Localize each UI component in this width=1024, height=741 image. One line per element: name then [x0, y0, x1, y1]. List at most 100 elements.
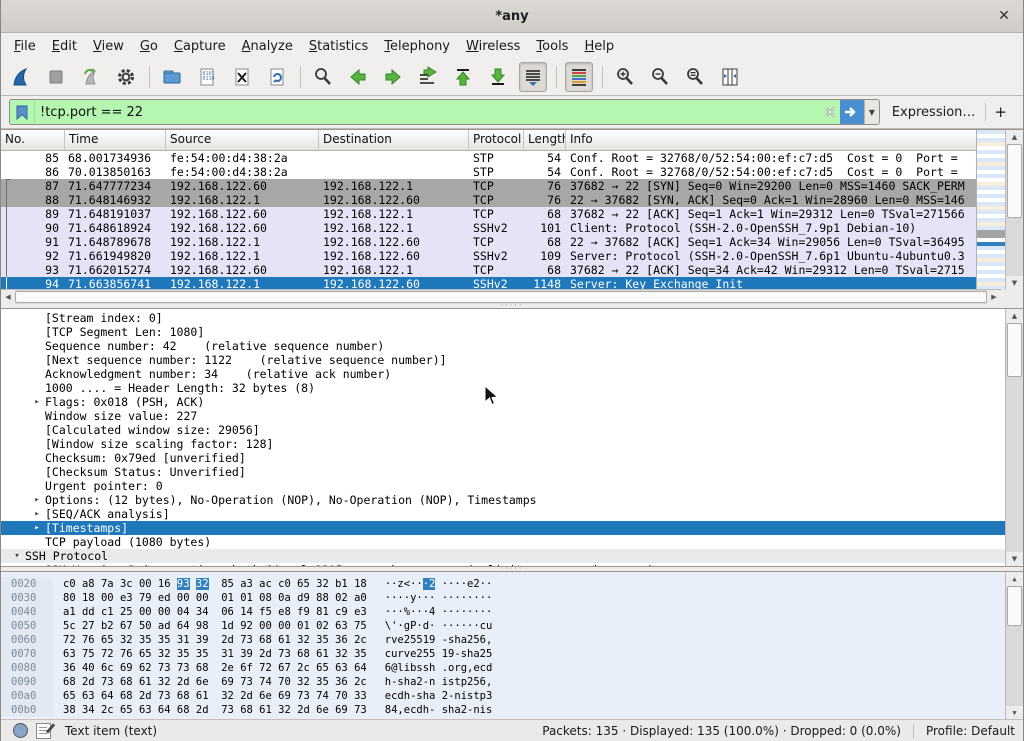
hex-row-0080[interactable]: 008036 40 6c 69 62 73 73 68 2e 6f 72 67 … — [1, 661, 1023, 675]
go-back-button[interactable] — [344, 62, 372, 92]
packet-row-88[interactable]: 8871.648146932192.168.122.1192.168.122.6… — [1, 193, 980, 207]
close-file-button[interactable] — [228, 62, 256, 92]
hex-bytes[interactable]: 65 63 64 68 2d 73 68 61 32 2d 6e 69 73 7… — [63, 689, 367, 703]
column-header-source[interactable]: Source — [166, 130, 319, 150]
menu-analyze[interactable]: Analyze — [235, 36, 300, 57]
detail-line[interactable]: Checksum: 0x79ed [unverified] — [1, 451, 1023, 465]
packet-list-vscrollbar[interactable]: ▲ ▼ — [1005, 130, 1023, 290]
auto-scroll-button[interactable] — [519, 62, 547, 92]
column-header-destination[interactable]: Destination — [319, 130, 469, 150]
hex-ascii[interactable]: ecdh-sha 2-nistp3 — [385, 689, 493, 703]
hex-ascii[interactable]: 6@libssh .org,ecd — [385, 661, 493, 675]
hex-bytes[interactable]: 5c 27 b2 67 50 ad 64 98 1d 92 00 00 01 0… — [63, 619, 367, 633]
detail-line[interactable]: [TCP Segment Len: 1080] — [1, 325, 1023, 339]
scroll-up-icon[interactable]: ▲ — [1006, 572, 1023, 586]
detail-line[interactable]: Acknowledgment number: 34 (relative ack … — [1, 367, 1023, 381]
filter-clear-icon[interactable] — [820, 100, 840, 124]
hex-ascii[interactable]: h-sha2-n istp256, — [385, 675, 493, 689]
save-file-button[interactable]: 01010110 — [193, 62, 221, 92]
hex-bytes[interactable]: c0 a8 7a 3c 00 16 93 32 85 a3 ac c0 65 3… — [63, 577, 367, 591]
column-header-protocol[interactable]: Protocol — [469, 130, 524, 150]
add-filter-button[interactable]: + — [985, 103, 1015, 121]
detail-line[interactable]: Urgent pointer: 0 — [1, 479, 1023, 493]
filter-value[interactable]: !tcp.port == 22 — [35, 100, 820, 124]
scroll-down-icon[interactable]: ▼ — [1006, 276, 1023, 290]
scrollbar-thumb[interactable] — [1007, 144, 1022, 218]
hex-bytes[interactable]: 36 40 6c 69 62 73 73 68 2e 6f 72 67 2c 6… — [63, 661, 367, 675]
scrollbar-track[interactable] — [1006, 218, 1023, 276]
capture-options-button[interactable] — [112, 62, 140, 92]
detail-line[interactable]: ▸[Timestamps] — [1, 521, 1023, 535]
collapsed-arrow-icon[interactable]: ▸ — [29, 563, 45, 567]
hex-bytes[interactable]: 38 34 2c 65 63 64 68 2d 73 68 61 32 2d 6… — [63, 703, 367, 717]
menu-go[interactable]: Go — [133, 36, 165, 57]
menu-view[interactable]: View — [86, 36, 131, 57]
filter-bookmark-icon[interactable] — [10, 100, 35, 124]
hex-ascii[interactable]: \'·gP·d· ······cu — [385, 619, 493, 633]
bytes-vscrollbar[interactable]: ▲ ▼ — [1005, 572, 1023, 720]
hex-bytes[interactable]: 72 76 65 32 35 35 31 39 2d 73 68 61 32 3… — [63, 633, 367, 647]
menu-capture[interactable]: Capture — [167, 36, 233, 57]
collapsed-arrow-icon[interactable]: ▸ — [29, 521, 45, 535]
scrollbar-thumb[interactable] — [15, 291, 987, 303]
hex-ascii[interactable]: ····y··· ········ — [385, 591, 493, 605]
collapsed-arrow-icon[interactable]: ▸ — [29, 395, 45, 409]
hex-ascii[interactable]: rve25519 -sha256, — [385, 633, 493, 647]
menu-help[interactable]: Help — [577, 36, 621, 57]
close-icon[interactable]: ✕ — [995, 7, 1013, 25]
packet-list-hscrollbar[interactable]: ◀ ▶ — [1, 289, 1001, 304]
capture-comment-icon[interactable] — [36, 723, 51, 739]
scroll-down-icon[interactable]: ▼ — [1006, 706, 1023, 720]
collapsed-arrow-icon[interactable]: ▸ — [29, 493, 45, 507]
packet-row-91[interactable]: 9171.648789678192.168.122.1192.168.122.6… — [1, 235, 980, 249]
menu-statistics[interactable]: Statistics — [302, 36, 375, 57]
hex-ascii[interactable]: ···%···4 ········ — [385, 605, 493, 619]
hex-row-0030[interactable]: 003080 18 00 e3 79 ed 00 00 01 01 08 0a … — [1, 591, 1023, 605]
scroll-down-icon[interactable]: ▼ — [1006, 552, 1023, 566]
hex-row-0040[interactable]: 0040a1 dd c1 25 00 00 04 34 06 14 f5 e8 … — [1, 605, 1023, 619]
zoom-out-button[interactable] — [646, 62, 674, 92]
expanded-arrow-icon[interactable]: ▾ — [9, 549, 25, 563]
zoom-reset-button[interactable] — [681, 62, 709, 92]
hex-bytes[interactable]: 68 2d 73 68 61 32 2d 6e 69 73 74 70 32 3… — [63, 675, 367, 689]
hex-row-0050[interactable]: 00505c 27 b2 67 50 ad 64 98 1d 92 00 00 … — [1, 619, 1023, 633]
restart-capture-button[interactable] — [77, 62, 105, 92]
detail-line[interactable]: Window size value: 227 — [1, 409, 1023, 423]
hex-row-0060[interactable]: 006072 76 65 32 35 35 31 39 2d 73 68 61 … — [1, 633, 1023, 647]
scrollbar-thumb[interactable] — [1007, 323, 1022, 377]
detail-line[interactable]: ▸[SEQ/ACK analysis] — [1, 507, 1023, 521]
hex-ascii[interactable]: curve255 19-sha25 — [385, 647, 493, 661]
scrollbar-track[interactable] — [1006, 377, 1023, 552]
column-header-time[interactable]: Time — [65, 130, 166, 150]
detail-line[interactable]: Sequence number: 42 (relative sequence n… — [1, 339, 1023, 353]
detail-line[interactable]: ▾SSH Protocol — [1, 549, 1023, 563]
reload-file-button[interactable] — [263, 62, 291, 92]
hex-row-0070[interactable]: 007063 75 72 76 65 32 35 35 31 39 2d 73 … — [1, 647, 1023, 661]
column-header-no[interactable]: No. — [1, 130, 65, 150]
detail-line[interactable]: ▸SSH Version 2 (encryption:chacha20-poly… — [1, 563, 1023, 567]
hex-bytes[interactable]: 80 18 00 e3 79 ed 00 00 01 01 08 0a d9 8… — [63, 591, 367, 605]
packet-row-90[interactable]: 9071.648618924192.168.122.60192.168.122.… — [1, 221, 980, 235]
menu-telephony[interactable]: Telephony — [377, 36, 457, 57]
menu-tools[interactable]: Tools — [529, 36, 575, 57]
colorize-button[interactable] — [565, 62, 593, 92]
detail-line[interactable]: TCP payload (1080 bytes) — [1, 535, 1023, 549]
detail-line[interactable]: [Checksum Status: Unverified] — [1, 465, 1023, 479]
column-header-length[interactable]: Length — [524, 130, 566, 150]
filter-history-caret[interactable]: ▼ — [864, 100, 879, 124]
packet-row-92[interactable]: 9271.661949820192.168.122.1192.168.122.6… — [1, 249, 980, 263]
menu-edit[interactable]: Edit — [45, 36, 84, 57]
open-file-button[interactable] — [158, 62, 186, 92]
zoom-in-button[interactable] — [611, 62, 639, 92]
detail-line[interactable]: [Next sequence number: 1122 (relative se… — [1, 353, 1023, 367]
hex-row-00b0[interactable]: 00b038 34 2c 65 63 64 68 2d 73 68 61 32 … — [1, 703, 1023, 717]
detail-line[interactable]: [Stream index: 0] — [1, 311, 1023, 325]
expert-info-icon[interactable] — [13, 723, 28, 738]
hex-ascii[interactable]: ··z<···2 ····e2·· — [385, 577, 493, 591]
scroll-up-icon[interactable]: ▲ — [1006, 130, 1023, 144]
hex-bytes[interactable]: a1 dd c1 25 00 00 04 34 06 14 f5 e8 f9 8… — [63, 605, 367, 619]
go-to-last-button[interactable] — [484, 62, 512, 92]
start-capture-button[interactable] — [7, 62, 35, 92]
scrollbar-thumb[interactable] — [1007, 586, 1022, 626]
column-header-info[interactable]: Info — [566, 130, 980, 150]
